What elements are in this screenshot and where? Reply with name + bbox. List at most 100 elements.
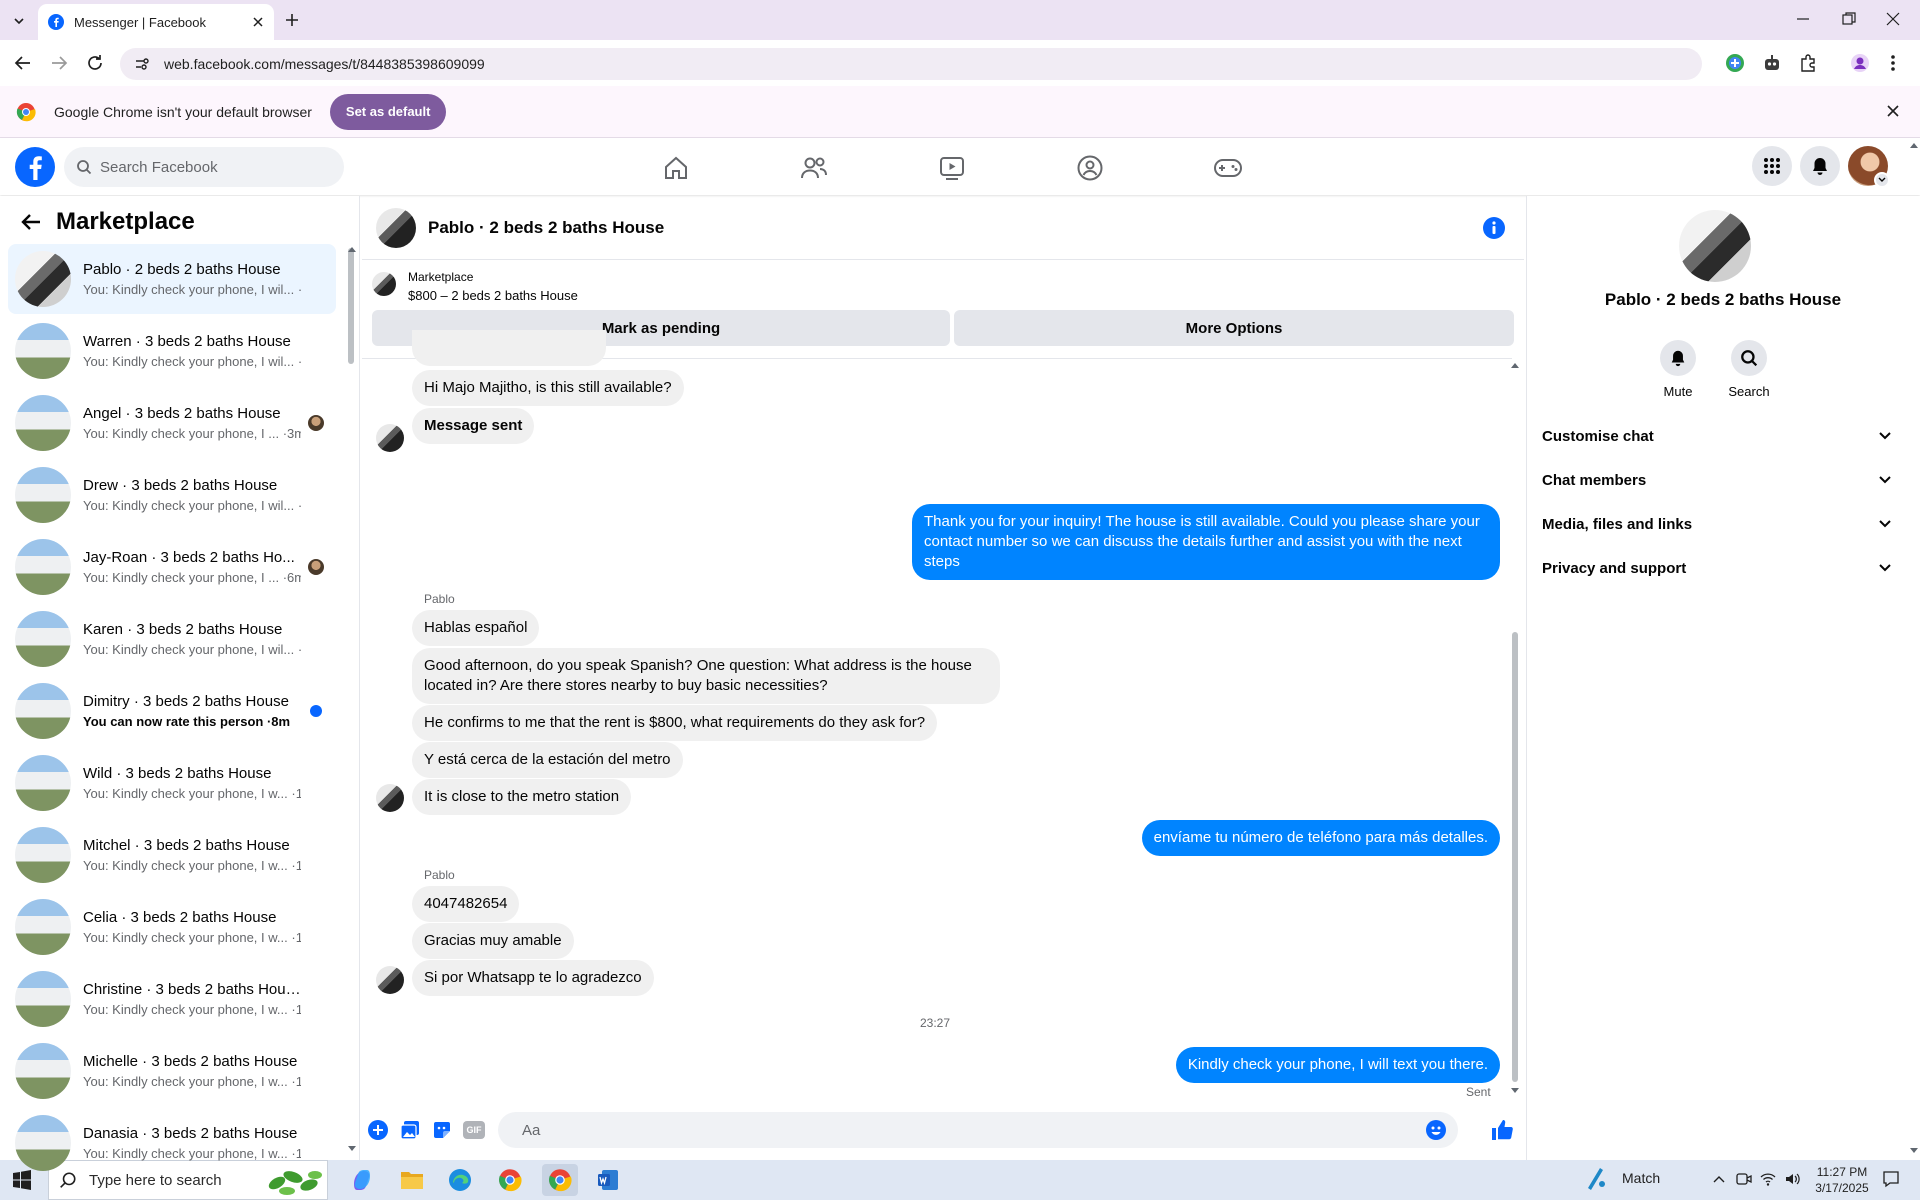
conversation-item[interactable]: Jay-Roan · 3 beds 2 baths Ho... You: Kind… bbox=[8, 532, 336, 602]
sidebar-scroll-down-icon[interactable] bbox=[348, 1146, 356, 1152]
new-tab-icon[interactable] bbox=[284, 12, 300, 28]
forward-arrow-icon[interactable] bbox=[50, 54, 68, 72]
listing-title[interactable]: $800 – 2 beds 2 baths House bbox=[408, 288, 578, 303]
sender-avatar[interactable] bbox=[376, 784, 404, 812]
listing-thumbnail[interactable] bbox=[372, 272, 396, 296]
like-thumbs-up-icon[interactable] bbox=[1490, 1118, 1514, 1142]
show-hidden-icons-icon[interactable] bbox=[1712, 1172, 1726, 1186]
conversation-item[interactable]: Dimitry · 3 beds 2 baths House You can no… bbox=[8, 676, 336, 746]
conversation-item[interactable]: Angel · 3 beds 2 baths House You: Kindly … bbox=[8, 388, 336, 458]
more-actions-plus-icon[interactable] bbox=[368, 1120, 388, 1140]
tab-search-chevron-icon[interactable] bbox=[8, 10, 30, 32]
thread-scrollbar[interactable] bbox=[1512, 632, 1518, 1082]
notification-center-icon[interactable] bbox=[1882, 1170, 1900, 1188]
chat-members-section[interactable]: Chat members bbox=[1542, 462, 1892, 498]
back-arrow-icon[interactable] bbox=[14, 54, 32, 72]
gaming-nav-icon[interactable] bbox=[1198, 148, 1258, 188]
conversation-item[interactable]: Mitchel · 3 beds 2 baths House You: Kindl… bbox=[8, 820, 336, 890]
conversation-item[interactable]: Danasia · 3 beds 2 baths House You: Kindl… bbox=[8, 1108, 336, 1178]
minimize-window-icon[interactable] bbox=[1796, 12, 1810, 26]
copilot-icon[interactable] bbox=[344, 1164, 380, 1196]
conversation-item[interactable]: Karen · 3 beds 2 baths House You: Kindly … bbox=[8, 604, 336, 674]
site-info-icon[interactable] bbox=[134, 56, 150, 72]
set-as-default-button[interactable]: Set as default bbox=[329, 93, 447, 130]
reload-icon[interactable] bbox=[86, 54, 104, 72]
extension-robot-icon[interactable] bbox=[1762, 53, 1782, 73]
conversation-item[interactable]: Drew · 3 beds 2 baths House You: Kindly c… bbox=[8, 460, 336, 530]
gif-icon[interactable]: GIF bbox=[463, 1121, 485, 1139]
conversation-item[interactable]: Pablo · 2 beds 2 baths House You: Kindly … bbox=[8, 244, 336, 314]
message-bubble-incoming[interactable]: Hi Majo Majitho, is this still available… bbox=[412, 370, 684, 406]
more-options-button[interactable]: More Options bbox=[954, 310, 1514, 346]
contact-name[interactable]: Pablo · 2 beds 2 baths House bbox=[1526, 290, 1920, 310]
conversation-item[interactable]: Wild · 3 beds 2 baths House You: Kindly c… bbox=[8, 748, 336, 818]
conversation-item[interactable]: Celia · 3 beds 2 baths House You: Kindly … bbox=[8, 892, 336, 962]
meet-now-icon[interactable] bbox=[1736, 1171, 1752, 1187]
account-chevron-icon[interactable] bbox=[1874, 172, 1890, 188]
chat-title[interactable]: Pablo · 2 beds 2 baths House bbox=[428, 218, 664, 238]
message-input[interactable]: Aa bbox=[498, 1112, 1458, 1148]
profile-icon[interactable] bbox=[1850, 53, 1870, 73]
chat-avatar[interactable] bbox=[376, 207, 416, 248]
message-bubble-incoming[interactable]: He confirms to me that the rent is $800,… bbox=[412, 705, 938, 741]
message-bubble-incoming[interactable]: Si por Whatsapp te lo agradezco bbox=[412, 960, 654, 996]
chrome-active-window-icon[interactable] bbox=[542, 1164, 578, 1196]
word-app-icon[interactable] bbox=[590, 1164, 626, 1196]
customise-chat-section[interactable]: Customise chat bbox=[1542, 418, 1892, 454]
search-in-conversation-button[interactable]: Search bbox=[1714, 340, 1784, 399]
attach-photo-icon[interactable] bbox=[400, 1120, 420, 1140]
page-scroll-down-icon[interactable] bbox=[1910, 1148, 1918, 1154]
groups-nav-icon[interactable] bbox=[1060, 148, 1120, 188]
friends-nav-icon[interactable] bbox=[784, 148, 844, 188]
message-bubble-incoming[interactable]: Gracias muy amable bbox=[412, 923, 574, 959]
message-bubble-outgoing[interactable]: envíame tu número de teléfono para más d… bbox=[1141, 820, 1500, 856]
contact-profile-avatar[interactable] bbox=[1679, 210, 1751, 282]
message-bubble-incoming[interactable]: Message sent bbox=[412, 408, 535, 444]
menu-grid-icon[interactable] bbox=[1752, 146, 1792, 186]
notifications-bell-icon[interactable] bbox=[1800, 146, 1840, 186]
emoji-icon[interactable] bbox=[1426, 1120, 1446, 1140]
back-arrow-icon[interactable] bbox=[20, 212, 42, 232]
message-bubble-incoming[interactable]: 4047482654 bbox=[412, 886, 520, 922]
system-clock[interactable]: 11:27 PM 3/17/2025 bbox=[1808, 1164, 1876, 1196]
sticker-icon[interactable] bbox=[432, 1120, 452, 1140]
conversation-item[interactable]: Michelle · 3 beds 2 baths House You: Kind… bbox=[8, 1036, 336, 1106]
facebook-search-input[interactable]: Search Facebook bbox=[64, 147, 344, 187]
thread-scroll-down-icon[interactable] bbox=[1511, 1088, 1519, 1094]
file-explorer-icon[interactable] bbox=[394, 1164, 430, 1196]
conversation-item[interactable]: Christine · 3 beds 2 baths House You: Kin… bbox=[8, 964, 336, 1034]
extension-plus-icon[interactable] bbox=[1725, 53, 1745, 73]
browser-tab[interactable]: Messenger | Facebook bbox=[38, 4, 274, 40]
conversation-info-icon[interactable] bbox=[1482, 216, 1506, 240]
close-window-icon[interactable] bbox=[1886, 12, 1900, 26]
wifi-icon[interactable] bbox=[1760, 1171, 1776, 1187]
sidebar-scroll-up-icon[interactable] bbox=[348, 246, 356, 252]
message-bubble-incoming[interactable]: Good afternoon, do you speak Spanish? On… bbox=[412, 648, 1000, 704]
facebook-logo-icon[interactable] bbox=[14, 146, 56, 188]
edge-browser-icon[interactable] bbox=[442, 1164, 478, 1196]
sender-avatar[interactable] bbox=[376, 966, 404, 994]
message-bubble-incoming[interactable]: Hablas español bbox=[412, 610, 540, 646]
mute-button[interactable]: Mute bbox=[1643, 340, 1713, 399]
sender-avatar[interactable] bbox=[376, 424, 404, 452]
conversation-item[interactable]: Warren · 3 beds 2 baths House You: Kindly… bbox=[8, 316, 336, 386]
close-infobar-icon[interactable] bbox=[1886, 104, 1900, 118]
address-bar[interactable]: web.facebook.com/messages/t/844838539860… bbox=[120, 48, 1702, 80]
message-bubble-outgoing[interactable]: Kindly check your phone, I will text you… bbox=[1175, 1047, 1500, 1083]
chrome-taskbar-icon[interactable] bbox=[492, 1164, 528, 1196]
message-bubble-incoming[interactable]: It is close to the metro station bbox=[412, 779, 632, 815]
close-tab-icon[interactable] bbox=[252, 16, 264, 28]
restore-window-icon[interactable] bbox=[1842, 12, 1856, 26]
privacy-support-section[interactable]: Privacy and support bbox=[1542, 550, 1892, 586]
extensions-puzzle-icon[interactable] bbox=[1798, 53, 1818, 73]
page-scroll-up-icon[interactable] bbox=[1910, 142, 1918, 148]
sidebar-scrollbar[interactable] bbox=[348, 248, 354, 364]
thread-scroll-up-icon[interactable] bbox=[1511, 362, 1519, 368]
watch-nav-icon[interactable] bbox=[922, 148, 982, 188]
chrome-menu-icon[interactable] bbox=[1890, 53, 1896, 73]
weather-widget[interactable]: Match bbox=[1584, 1166, 1660, 1190]
message-bubble-outgoing[interactable]: Thank you for your inquiry! The house is… bbox=[912, 504, 1500, 580]
media-files-links-section[interactable]: Media, files and links bbox=[1542, 506, 1892, 542]
home-nav-icon[interactable] bbox=[646, 148, 706, 188]
message-bubble-incoming[interactable]: Y está cerca de la estación del metro bbox=[412, 742, 683, 778]
